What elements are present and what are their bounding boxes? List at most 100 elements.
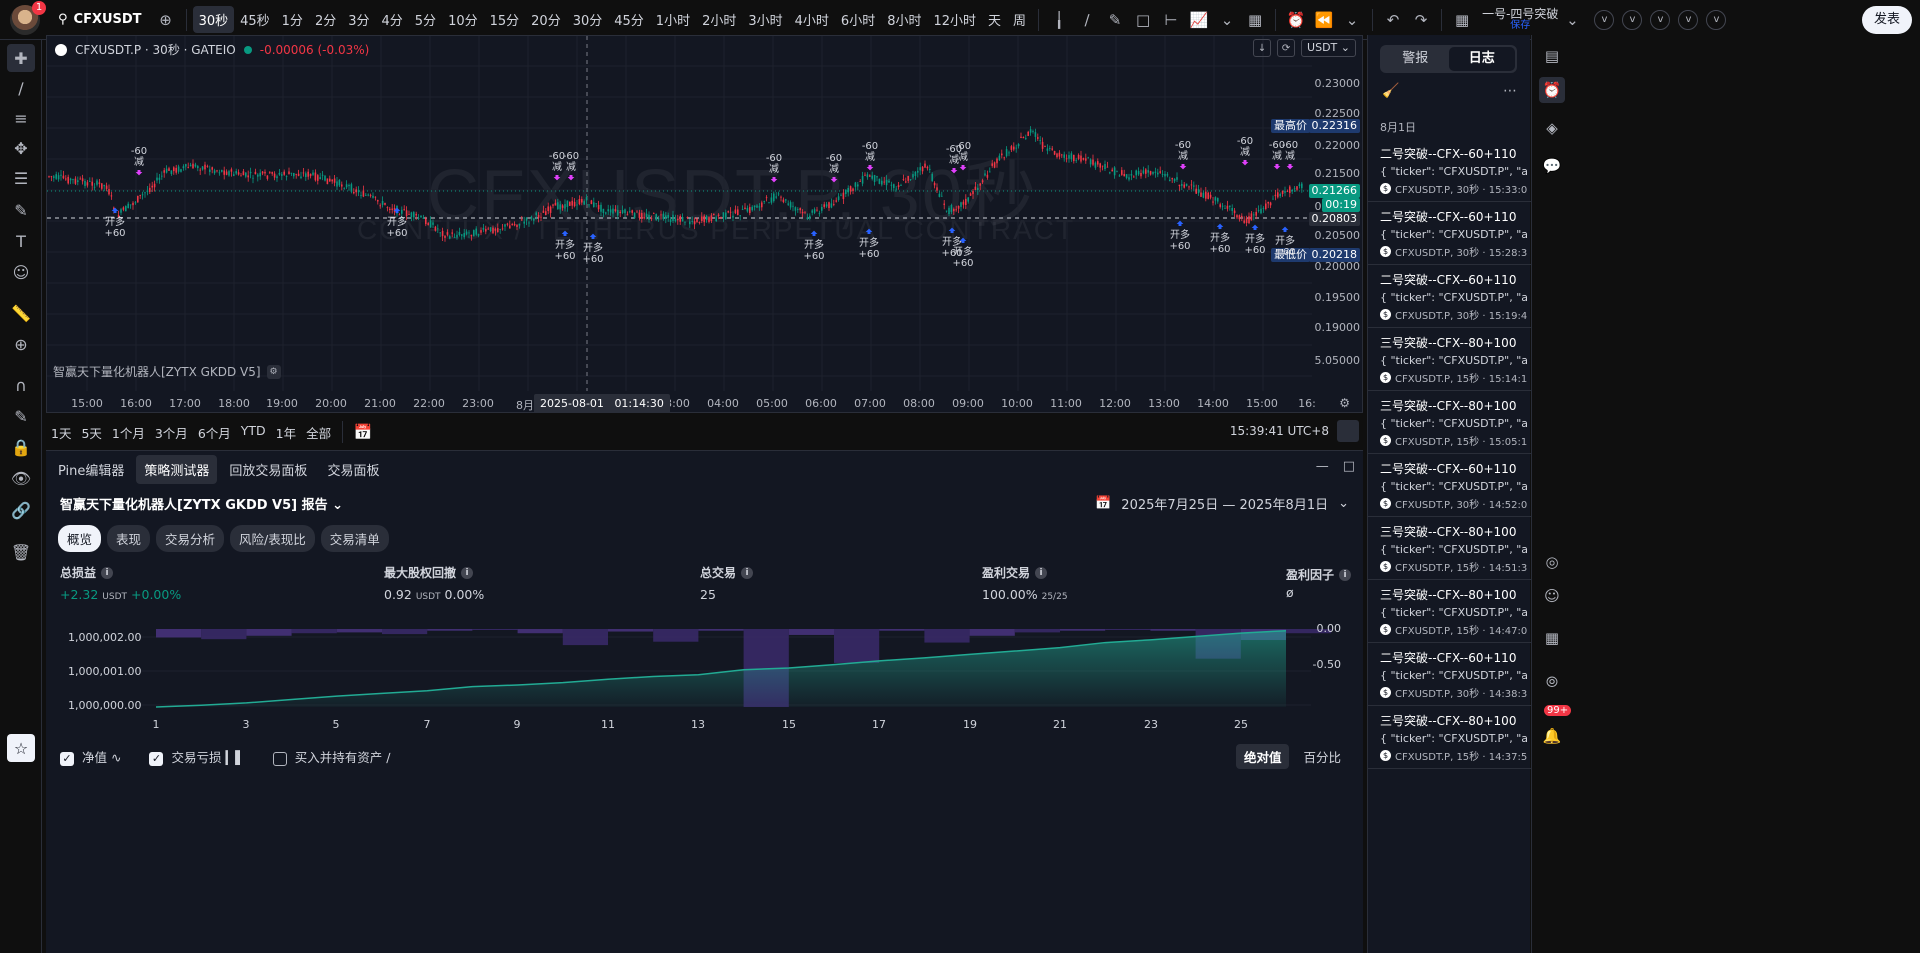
range-3[interactable]: 3个月 bbox=[150, 420, 193, 445]
magnet-icon[interactable]: ∩ bbox=[7, 371, 35, 399]
redo-icon[interactable]: ↷ bbox=[1407, 6, 1435, 34]
chat-icon[interactable]: 💬 bbox=[1539, 153, 1565, 179]
tab-log[interactable]: 日志 bbox=[1448, 47, 1515, 71]
interval-8[interactable]: 15分 bbox=[484, 6, 526, 33]
drawdown-bar[interactable] bbox=[834, 629, 880, 663]
range-2[interactable]: 1个月 bbox=[107, 420, 150, 445]
range-5[interactable]: YTD bbox=[236, 420, 271, 445]
log-item[interactable]: 二号突破--CFX--60+110 { "ticker": "CFXUSDT.P"… bbox=[1368, 265, 1531, 328]
info-icon[interactable]: i bbox=[1339, 568, 1352, 581]
drawdown-bar[interactable] bbox=[1150, 629, 1196, 631]
drawdown-bar[interactable] bbox=[698, 629, 744, 631]
axis-settings-icon[interactable]: ⚙ bbox=[1339, 396, 1350, 410]
bottom-tab-3[interactable]: 交易面板 bbox=[319, 455, 387, 484]
drawdown-bar[interactable] bbox=[291, 629, 337, 634]
help-avatar-icon[interactable]: ☺ bbox=[1539, 583, 1565, 609]
interval-5[interactable]: 4分 bbox=[376, 6, 409, 33]
interval-3[interactable]: 2分 bbox=[309, 6, 342, 33]
publish-button[interactable]: 发表 bbox=[1861, 6, 1912, 34]
indicator-settings-icon[interactable]: ⚙ bbox=[266, 364, 281, 379]
range-1[interactable]: 5天 bbox=[76, 420, 106, 445]
drawdown-bar[interactable] bbox=[788, 629, 834, 635]
log-item[interactable]: 三号突破--CFX--80+100 { "ticker": "CFXUSDT.P"… bbox=[1368, 517, 1531, 580]
target-icon[interactable]: ◎ bbox=[1539, 549, 1565, 575]
clock-timezone[interactable]: 15:39:41 UTC+8 bbox=[1230, 424, 1329, 438]
drawdown-bar[interactable] bbox=[969, 629, 1015, 636]
pattern-icon[interactable]: ✥ bbox=[7, 134, 35, 162]
text-icon[interactable]: T bbox=[7, 227, 35, 255]
drawdown-bar[interactable] bbox=[246, 629, 292, 636]
watchlist-icon[interactable]: ▤ bbox=[1539, 43, 1565, 69]
lock-icon[interactable]: 🔒 bbox=[7, 433, 35, 461]
eye-icon[interactable]: 👁 bbox=[7, 464, 35, 492]
symbol-search[interactable]: ⚲ CFXUSDT bbox=[58, 12, 142, 27]
bottom-tab-2[interactable]: 回放交易面板 bbox=[221, 455, 315, 484]
star-icon[interactable]: ☆ bbox=[7, 734, 35, 762]
brush-icon[interactable]: ✎ bbox=[1101, 6, 1129, 34]
chevron-down-icon[interactable]: ⌄ bbox=[1558, 6, 1586, 34]
auto-scale-button[interactable] bbox=[1337, 420, 1359, 442]
trend-line-icon[interactable]: ∕ bbox=[7, 74, 35, 102]
drawdown-bar[interactable] bbox=[1014, 629, 1060, 633]
v-button[interactable]: v bbox=[1678, 9, 1699, 30]
drawdown-bar[interactable] bbox=[879, 629, 925, 631]
lock-drawing-icon[interactable]: ✎ bbox=[7, 402, 35, 430]
interval-14[interactable]: 3小时 bbox=[742, 6, 788, 33]
indicators-icon[interactable]: 📈 bbox=[1185, 6, 1213, 34]
info-icon[interactable]: i bbox=[1035, 566, 1048, 579]
fib-retracement-icon[interactable]: ≡ bbox=[7, 104, 35, 132]
chevron-down-icon[interactable]: ⌄ bbox=[1213, 6, 1241, 34]
interval-0[interactable]: 30秒 bbox=[192, 6, 235, 33]
currency-select[interactable]: USDT ⌄ bbox=[1301, 39, 1356, 57]
link-icon[interactable]: 🔗 bbox=[7, 496, 35, 524]
goto-date-icon[interactable]: 📅 bbox=[349, 418, 377, 446]
range-6[interactable]: 1年 bbox=[271, 420, 301, 445]
alerts-clock-icon[interactable]: ⏰ bbox=[1539, 77, 1565, 103]
bottom-tab-1[interactable]: 策略测试器 bbox=[136, 455, 218, 484]
bottom-tab-0[interactable]: Pine编辑器 bbox=[50, 455, 132, 484]
tab-alerts[interactable]: 警报 bbox=[1382, 47, 1449, 71]
interval-18[interactable]: 12小时 bbox=[927, 6, 982, 33]
interval-7[interactable]: 10分 bbox=[442, 6, 484, 33]
range-7[interactable]: 全部 bbox=[301, 420, 336, 445]
report-subtab-0[interactable]: 概览 bbox=[58, 525, 102, 552]
interval-9[interactable]: 20分 bbox=[525, 6, 567, 33]
drawdown-bar[interactable] bbox=[562, 629, 608, 646]
drawdown-bar[interactable] bbox=[156, 629, 202, 638]
log-item[interactable]: 二号突破--CFX--60+110 { "ticker": "CFXUSDT.P"… bbox=[1368, 139, 1531, 202]
interval-20[interactable]: 周 bbox=[1007, 6, 1032, 33]
maximize-icon[interactable]: □ bbox=[1343, 459, 1355, 474]
layout-name[interactable]: 一号-四号突破 保存 bbox=[1482, 8, 1558, 32]
chart-symbol-title[interactable]: CFXUSDT.P · 30秒 · GATEIO bbox=[75, 41, 236, 58]
interval-1[interactable]: 45秒 bbox=[234, 6, 276, 33]
drawdown-bar[interactable] bbox=[382, 629, 428, 635]
drawdown-bar[interactable] bbox=[1060, 629, 1106, 631]
log-item[interactable]: 三号突破--CFX--80+100 { "ticker": "CFXUSDT.P"… bbox=[1368, 328, 1531, 391]
drawdown-bar[interactable] bbox=[608, 629, 654, 632]
interval-6[interactable]: 5分 bbox=[409, 6, 442, 33]
log-item[interactable]: 三号突破--CFX--80+100 { "ticker": "CFXUSDT.P"… bbox=[1368, 706, 1531, 769]
interval-11[interactable]: 45分 bbox=[608, 6, 650, 33]
drawdown-bar[interactable] bbox=[924, 629, 970, 643]
range-4[interactable]: 6个月 bbox=[193, 420, 236, 445]
log-item[interactable]: 三号突破--CFX--80+100 { "ticker": "CFXUSDT.P"… bbox=[1368, 580, 1531, 643]
more-icon[interactable]: ⋯ bbox=[1503, 83, 1517, 99]
undo-icon[interactable]: ↶ bbox=[1379, 6, 1407, 34]
toggle-drawdown[interactable]: ✓ 交易亏损 ▎▌ bbox=[149, 747, 245, 766]
brush-icon[interactable]: ✎ bbox=[7, 196, 35, 224]
toggle-buyhold[interactable]: 买入并持有资产 ∕ bbox=[272, 747, 390, 766]
drawdown-bar[interactable] bbox=[653, 629, 699, 642]
crosshair-icon[interactable]: ✚ bbox=[7, 44, 35, 72]
broadcast-icon[interactable]: ⦾ bbox=[1539, 669, 1565, 695]
indicator-legend[interactable]: 智赢天下量化机器人[ZYTX GKDD V5] ⚙ bbox=[53, 363, 281, 380]
info-icon[interactable]: i bbox=[741, 566, 754, 579]
user-avatar[interactable]: 1 bbox=[10, 0, 46, 35]
zoom-in-icon[interactable]: ⊕ bbox=[7, 330, 35, 358]
price-chart[interactable]: CFXUSDT.P, 30秒 CONFLUX / TETHERUS PERPET… bbox=[46, 35, 1363, 413]
trend-line-icon[interactable]: ∕ bbox=[1073, 6, 1101, 34]
drawdown-bar[interactable] bbox=[336, 629, 382, 633]
clear-log-icon[interactable]: 🧹 bbox=[1382, 83, 1399, 99]
drawdown-bar[interactable] bbox=[1105, 629, 1151, 630]
interval-13[interactable]: 2小时 bbox=[696, 6, 742, 33]
add-symbol-plus-icon[interactable]: ⊕ bbox=[152, 6, 180, 34]
